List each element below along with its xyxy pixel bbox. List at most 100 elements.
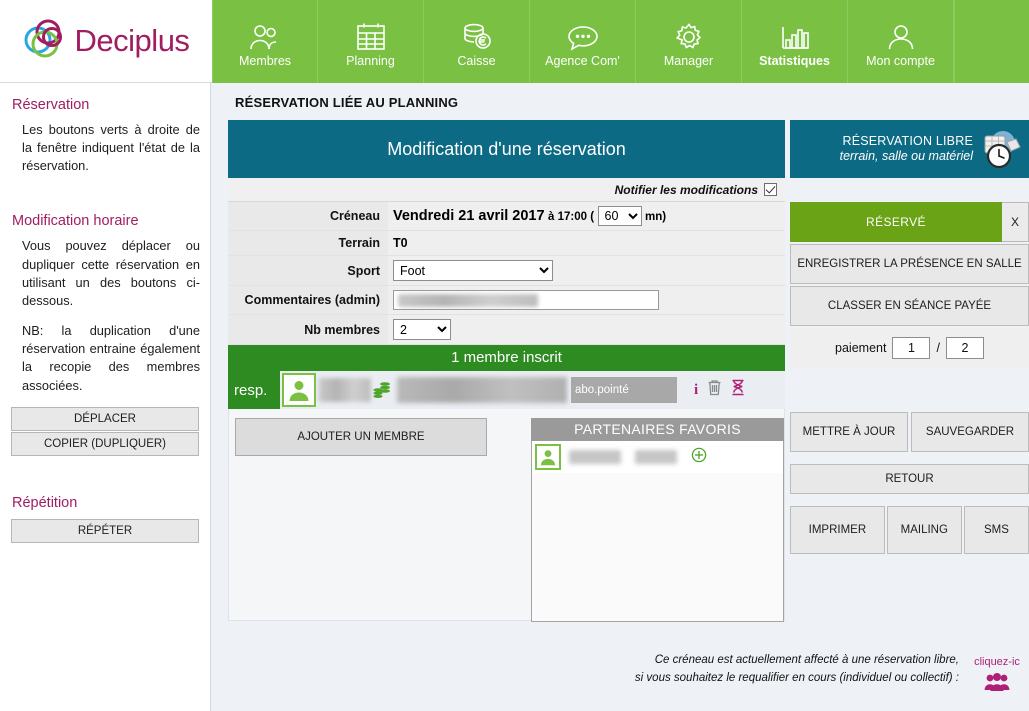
update-save-row: METTRE À JOUR SAUVEGARDER	[790, 412, 1029, 452]
nav-filler	[954, 0, 1029, 83]
duration-select[interactable]: 60	[597, 206, 642, 226]
repeter-button[interactable]: RÉPÉTER	[11, 518, 199, 543]
footer-note-line1: Ce créneau est actuellement affecté à un…	[654, 654, 959, 666]
nav-item-statistiques[interactable]: Statistiques	[742, 0, 848, 83]
nb-membres-select[interactable]: 2	[393, 319, 451, 340]
classer-seance-payee-button[interactable]: CLASSER EN SÉANCE PAYÉE	[790, 286, 1029, 326]
form-row-nb-membres: Nb membres 2	[228, 314, 785, 345]
creneau-time: à 17:00 (	[548, 211, 595, 223]
notify-label: Notifier les modifications	[614, 182, 758, 197]
paiement-total-input[interactable]: 2	[945, 337, 984, 359]
status-badge-reserve[interactable]: RÉSERVÉ	[790, 202, 1002, 242]
gear-icon	[673, 16, 705, 52]
nav-item-agence-com[interactable]: Agence Com'	[530, 0, 636, 83]
terrain-label: Terrain	[228, 230, 388, 256]
partenaires-favoris-title: PARTENAIRES FAVORIS	[531, 418, 784, 441]
main-nav: Membres Planning Caisse Agence Com' Mana…	[212, 0, 1029, 83]
nav-label: Manager	[663, 53, 714, 68]
member-resp-label: resp.	[228, 371, 280, 409]
close-icon[interactable]: X	[1002, 202, 1029, 242]
mettre-a-jour-button[interactable]: METTRE À JOUR	[790, 412, 908, 452]
sidebar-section-horaire-note: NB: la duplication d'une réservation ent…	[22, 323, 200, 393]
reservation-libre-banner[interactable]: RÉSERVATION LIBRE terrain, salle ou maté…	[790, 120, 1029, 178]
deplacer-button[interactable]: DÉPLACER	[11, 406, 199, 431]
sport-label: Sport	[228, 255, 388, 286]
cash-euro-icon	[460, 16, 494, 52]
page-title: RÉSERVATION LIÉE AU PLANNING	[235, 95, 459, 110]
chat-bubble-icon	[566, 16, 600, 52]
member-status: abo.pointé	[571, 377, 677, 403]
creneau-label: Créneau	[228, 202, 388, 231]
sidebar-section-horaire-text: Vous pouvez déplacer ou dupliquer cette …	[22, 238, 200, 308]
footer-note: Ce créneau est actuellement affecté à un…	[635, 652, 1025, 697]
sms-button[interactable]: SMS	[963, 506, 1029, 554]
trash-icon[interactable]	[707, 379, 722, 401]
panels: Modification d'une réservation Notifier …	[211, 120, 1029, 622]
commentaires-label: Commentaires (admin)	[228, 285, 388, 315]
paiement-label: paiement	[835, 341, 887, 355]
retour-button[interactable]: RETOUR	[790, 464, 1029, 494]
creneau-date: Vendredi 21 avril 2017	[393, 208, 545, 224]
paiement-separator: /	[936, 341, 940, 355]
sidebar-section-horaire-title: Modification horaire	[12, 213, 139, 230]
nav-item-caisse[interactable]: Caisse	[424, 0, 530, 83]
actions-panel: RÉSERVATION LIBRE terrain, salle ou maté…	[790, 120, 1029, 621]
nav-label: Mon compte	[866, 53, 935, 68]
sidebar-section-reservation-text: Les boutons verts à droite de la fenêtre…	[22, 122, 200, 174]
enregistrer-presence-button[interactable]: ENREGISTRER LA PRÉSENCE EN SALLE	[790, 244, 1029, 284]
person-avatar-icon[interactable]	[282, 373, 316, 407]
imprimer-button[interactable]: IMPRIMER	[790, 506, 885, 554]
members-lower-area: AJOUTER UN MEMBRE PARTENAIRES FAVORIS	[228, 409, 785, 622]
commentaires-input[interactable]	[393, 290, 659, 310]
info-icon[interactable]: i	[694, 382, 698, 399]
nav-item-manager[interactable]: Manager	[636, 0, 742, 83]
nav-label: Statistiques	[759, 53, 830, 68]
body: Réservation Les boutons verts à droite d…	[0, 83, 1029, 711]
members-icon	[247, 16, 283, 52]
reservation-panel: Modification d'une réservation Notifier …	[228, 120, 785, 622]
deciplus-rings-logo	[23, 18, 69, 64]
coins-icon[interactable]	[371, 380, 393, 400]
cliquez-ici-label[interactable]: cliquez-ic	[974, 656, 1020, 668]
ajouter-un-membre-button[interactable]: AJOUTER UN MEMBRE	[235, 418, 487, 456]
form-row-terrain: Terrain T0	[228, 230, 785, 256]
nav-item-mon-compte[interactable]: Mon compte	[848, 0, 954, 83]
terrain-value: T0	[393, 236, 408, 250]
brand-logo[interactable]: Deciplus	[0, 0, 212, 83]
nav-label: Caisse	[457, 53, 496, 68]
plus-circle-icon[interactable]	[691, 447, 707, 468]
sport-select[interactable]: Foot	[393, 260, 553, 281]
redacted-partner-lastname	[635, 450, 677, 464]
hourglass-icon[interactable]	[731, 379, 745, 401]
redacted-comment-text	[398, 293, 538, 307]
nav-item-planning[interactable]: Planning	[318, 0, 424, 83]
form-row-commentaires: Commentaires (admin)	[228, 285, 785, 315]
reservation-libre-title: RÉSERVATION LIBRE	[842, 134, 973, 149]
partenaires-favoris-panel: PARTENAIRES FAVORIS	[531, 418, 784, 622]
redacted-member-id	[319, 378, 371, 402]
nav-item-membres[interactable]: Membres	[212, 0, 318, 83]
bar-chart-icon	[779, 16, 811, 52]
creneau-unit: mn)	[645, 211, 667, 223]
redacted-partner-firstname	[569, 450, 621, 464]
copier-dupliquer-button[interactable]: COPIER (DUPLIQUER)	[11, 431, 199, 456]
sauvegarder-button[interactable]: SAUVEGARDER	[911, 412, 1029, 452]
reservation-libre-subtitle: terrain, salle ou matériel	[839, 149, 973, 163]
nav-label: Agence Com'	[545, 53, 620, 68]
person-avatar-icon	[535, 444, 561, 470]
app-root: Deciplus Membres Planning Caisse Agence …	[0, 0, 1029, 711]
mailing-button[interactable]: MAILING	[886, 506, 962, 554]
calendar-clock-icon	[981, 128, 1023, 170]
notify-checkbox[interactable]	[764, 183, 777, 196]
user-icon	[886, 16, 916, 52]
creneau-value: Vendredi 21 avril 2017 à 17:00 ( 60 mn)	[388, 202, 785, 231]
sidebar-section-reservation-title: Réservation	[12, 97, 90, 113]
group-people-icon[interactable]	[969, 672, 1025, 697]
list-item[interactable]	[532, 441, 783, 473]
form-row-sport: Sport Foot	[228, 255, 785, 286]
paiement-current-input[interactable]: 1	[892, 337, 931, 359]
nav-label: Planning	[346, 53, 395, 68]
member-row: resp. abo.pointé i	[228, 371, 785, 409]
main-content: RÉSERVATION LIÉE AU PLANNING Modificatio…	[211, 83, 1029, 711]
nav-label: Membres	[238, 53, 292, 68]
